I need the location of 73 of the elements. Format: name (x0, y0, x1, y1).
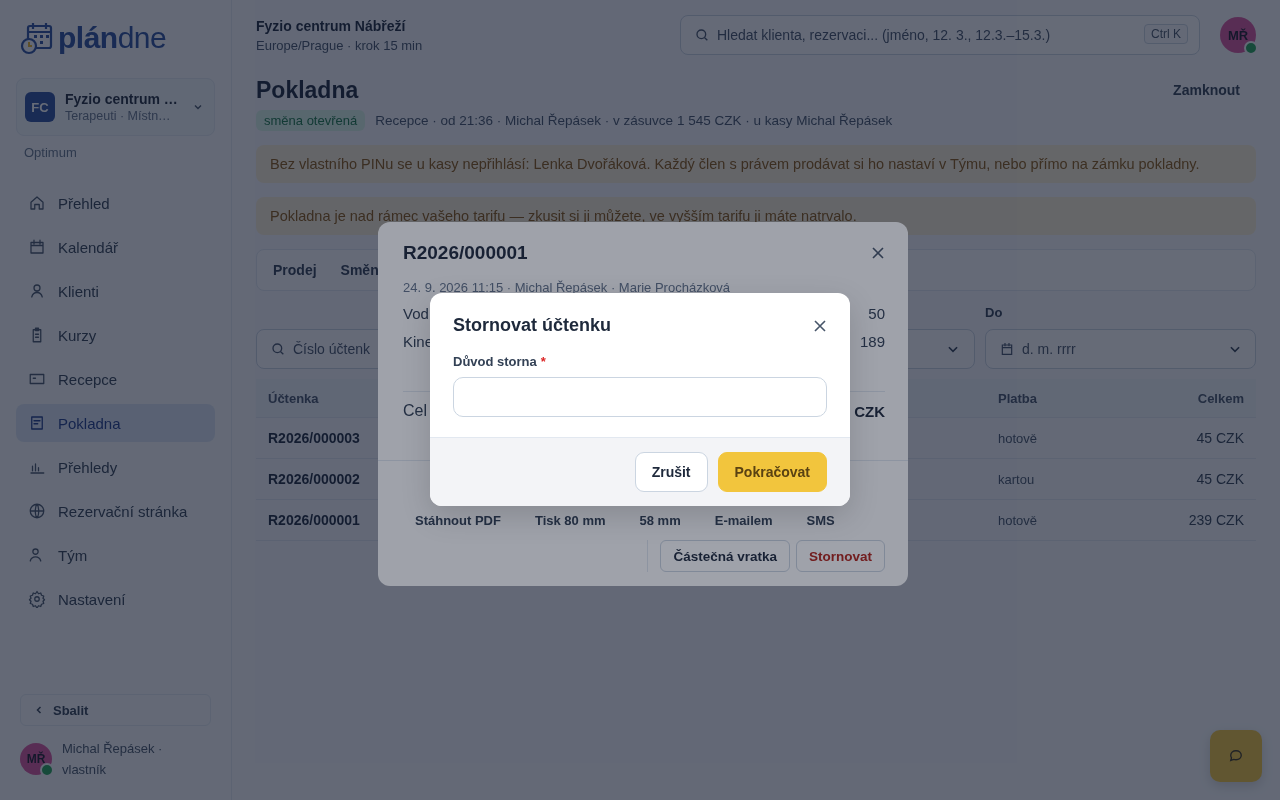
dialog-button[interactable]: Pokračovat (717, 452, 827, 492)
field-label: Důvod storna (453, 354, 537, 369)
globe-icon (28, 502, 46, 520)
table-cell: R2026/000002 (268, 471, 360, 487)
nav-item[interactable]: Přehled (16, 184, 215, 222)
close-icon[interactable] (871, 246, 885, 260)
calendar-icon (28, 238, 46, 256)
item-amount: 50 (868, 305, 885, 323)
column-header: Účtenka (268, 390, 319, 406)
nav-item[interactable]: Klienti (16, 272, 215, 310)
table-cell: 45 CZK (1196, 471, 1244, 487)
settings-icon (28, 590, 46, 608)
column-header: Celkem (1197, 390, 1244, 406)
nav-item[interactable]: Tým (16, 536, 215, 574)
user-avatar: MŘ (20, 743, 52, 775)
organization-name: Fyzio centrum Nábřeží (256, 17, 407, 34)
date-field[interactable]: d. m. rrrr (985, 329, 1256, 369)
required-mark: * (540, 354, 546, 369)
collapse-button[interactable]: Sbalit (20, 694, 211, 726)
user-name: Michal Řepásek · vlastník (62, 740, 164, 779)
nav-item[interactable]: Kalendář (16, 228, 215, 266)
share-action[interactable]: 58 mm (627, 509, 693, 532)
home-icon (28, 194, 46, 212)
share-action[interactable]: Stáhnout PDF (403, 509, 513, 532)
table-cell: hotově (998, 512, 1038, 528)
dialog-title: Stornovat účtenku (453, 315, 612, 336)
receipt-number: R2026/000001 (403, 242, 528, 264)
total-value: CZK (854, 402, 885, 420)
table-cell: 239 CZK (1188, 512, 1244, 528)
status-badge: směna otevřená (256, 110, 366, 131)
calendar-clock-icon (20, 21, 54, 55)
table-cell: kartou (998, 471, 1035, 487)
organization-subtitle: Europe/Prague · krok 15 min (256, 37, 424, 53)
search-icon (694, 27, 710, 43)
action-button[interactable]: Stornovat (796, 540, 885, 572)
workspace-avatar: FC (25, 92, 55, 122)
page-title: Pokladna (256, 76, 359, 104)
share-action[interactable]: SMS (794, 509, 847, 532)
tab[interactable]: Směn (328, 256, 391, 284)
table-cell: 45 CZK (1196, 430, 1244, 446)
nav-item[interactable]: Přehledy (16, 448, 215, 486)
close-icon[interactable] (813, 318, 827, 333)
table-cell: hotově (998, 430, 1038, 446)
nav-item[interactable]: Kurzy (16, 316, 215, 354)
nav-item[interactable]: Recepce (16, 360, 215, 398)
reason-input[interactable] (453, 377, 827, 417)
item-amount: 189 (859, 333, 885, 351)
nav-item[interactable]: Rezervační stránka (16, 492, 215, 530)
table-cell: R2026/000003 (268, 430, 360, 446)
action-button[interactable]: Částečná vratka (660, 540, 790, 572)
receipt-icon (28, 414, 46, 432)
column-header: Platba (998, 390, 1037, 406)
nav-item[interactable]: Nastavení (16, 580, 215, 618)
search-icon (270, 341, 286, 357)
workspace-name: Fyzio centrum … (65, 91, 179, 107)
nav-item[interactable]: Pokladna (16, 404, 215, 442)
share-action[interactable]: Tisk 80 mm (522, 509, 618, 532)
warning-banner: Bez vlastního PINu se u kasy nepřihlásí: Lenka Dvořáková. Každý člen s právem prodávat si ho nastaví v Týmu, nebo přímo na zámku pokladny. (256, 145, 1256, 183)
table-cell: R2026/000001 (268, 512, 360, 528)
user-avatar[interactable]: MŘ (1220, 17, 1256, 53)
logo-text: plándne (58, 21, 167, 55)
user-icon (28, 282, 46, 300)
total-label: Cel (403, 402, 427, 420)
item-name: Vod (403, 305, 429, 323)
calendar-icon (999, 341, 1015, 357)
lock-button[interactable]: Zamknout (1157, 76, 1256, 104)
dialog-button[interactable]: Zrušit (634, 452, 708, 492)
shift-info: Recepce · od 21:36 · Michal Řepásek · v zásuvce 1 545 CZK · u kasy Michal Řepásek (375, 113, 893, 128)
shortcut-hint: Ctrl K (1144, 24, 1188, 44)
date-label: Do (985, 305, 1004, 321)
receipt-meta: 24. 9. 2026 11:15 · Michal Řepásek · Marie Procházková (403, 280, 732, 295)
tab[interactable]: Prodej (261, 256, 329, 284)
share-action[interactable]: E-mailem (702, 509, 785, 532)
